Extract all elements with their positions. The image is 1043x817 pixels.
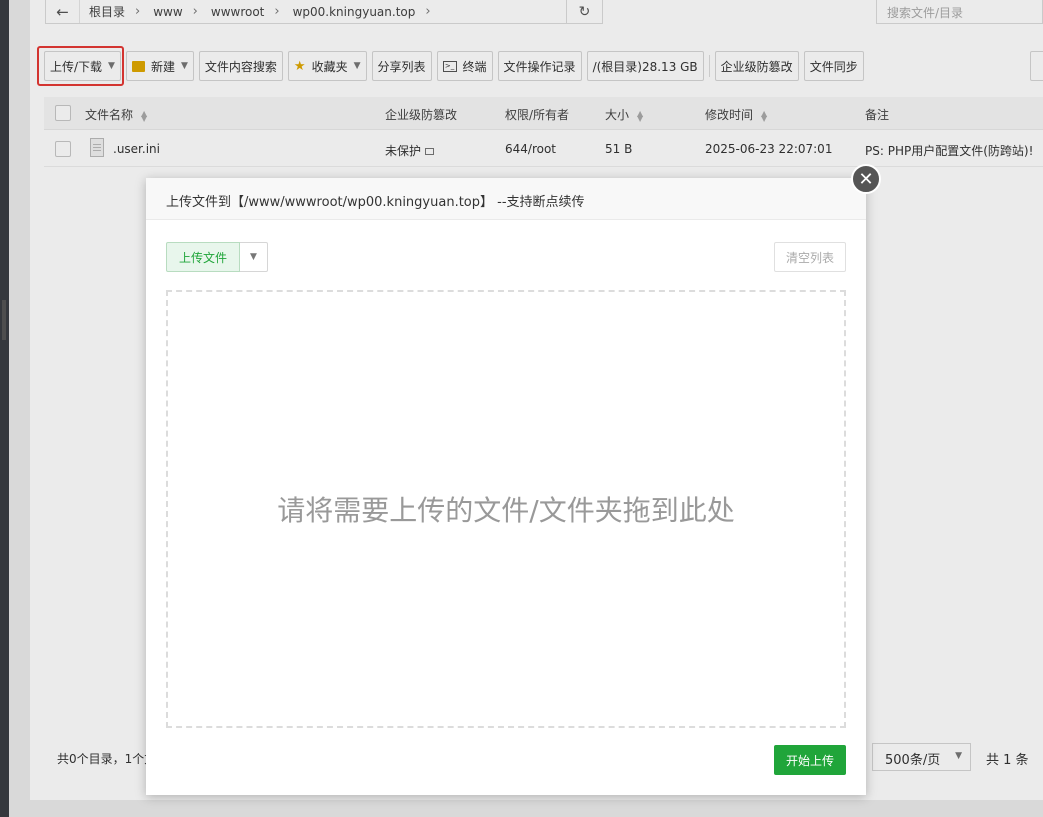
dialog-title: 上传文件到【/www/wwwroot/wp00.kningyuan.top】 -…	[146, 178, 866, 220]
upload-button-group: 上传文件 ▼	[166, 242, 269, 272]
close-icon[interactable]: ✕	[851, 164, 881, 194]
drop-zone[interactable]: 请将需要上传的文件/文件夹拖到此处	[166, 290, 846, 728]
start-upload-button[interactable]: 开始上传	[773, 745, 846, 775]
clear-list-button[interactable]: 清空列表	[773, 242, 846, 272]
drop-hint: 请将需要上传的文件/文件夹拖到此处	[277, 494, 735, 527]
chevron-down-icon[interactable]: ▼	[240, 242, 269, 272]
upload-file-button[interactable]: 上传文件	[166, 242, 241, 272]
upload-dialog: 上传文件到【/www/wwwroot/wp00.kningyuan.top】 -…	[146, 178, 866, 795]
